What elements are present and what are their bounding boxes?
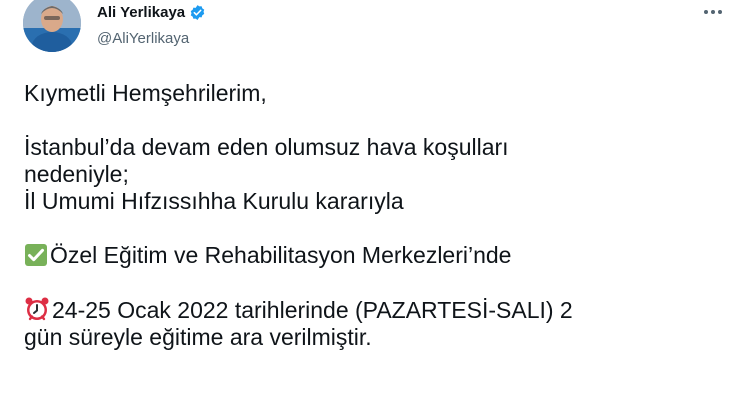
tweet-item-2-continued: gün süreyle eğitime ara verilmiştir. bbox=[24, 324, 372, 350]
more-horizontal-icon bbox=[704, 10, 708, 14]
tweet-item-1: Özel Eğitim ve Rehabilitasyon Merkezleri… bbox=[24, 242, 724, 269]
tweet-text: Kıymetli Hemşehrilerim, İstanbul’da deva… bbox=[24, 80, 724, 351]
author-name[interactable]: Ali Yerlikaya bbox=[97, 4, 185, 21]
profile-photo-icon bbox=[23, 0, 81, 52]
more-dot bbox=[711, 10, 715, 14]
tweet-line-3: İl Umumi Hıfzıssıhha Kurulu kararıyla bbox=[24, 188, 404, 214]
avatar[interactable] bbox=[23, 0, 81, 52]
tweet-item-2: 24-25 Ocak 2022 tarihlerinde (PAZARTESİ-… bbox=[24, 296, 724, 324]
tweet-line-2: nedeniyle; bbox=[24, 161, 129, 187]
tweet-item-2-text: 24-25 Ocak 2022 tarihlerinde (PAZARTESİ-… bbox=[52, 297, 573, 323]
check-mark-button-icon bbox=[25, 244, 47, 266]
tweet-line-1: İstanbul’da devam eden olumsuz hava koşu… bbox=[24, 134, 509, 160]
more-dot bbox=[718, 10, 722, 14]
tweet-header: Ali Yerlikaya @AliYerlikaya bbox=[0, 0, 740, 70]
tweet-item-1-text: Özel Eğitim ve Rehabilitasyon Merkezleri… bbox=[50, 242, 512, 268]
verified-badge-icon bbox=[190, 5, 205, 20]
author-handle[interactable]: @AliYerlikaya bbox=[97, 30, 189, 47]
alarm-clock-icon bbox=[25, 297, 49, 321]
tweet-greeting: Kıymetli Hemşehrilerim, bbox=[24, 80, 267, 106]
more-options-button[interactable] bbox=[698, 2, 728, 22]
author-name-row: Ali Yerlikaya bbox=[97, 4, 206, 21]
